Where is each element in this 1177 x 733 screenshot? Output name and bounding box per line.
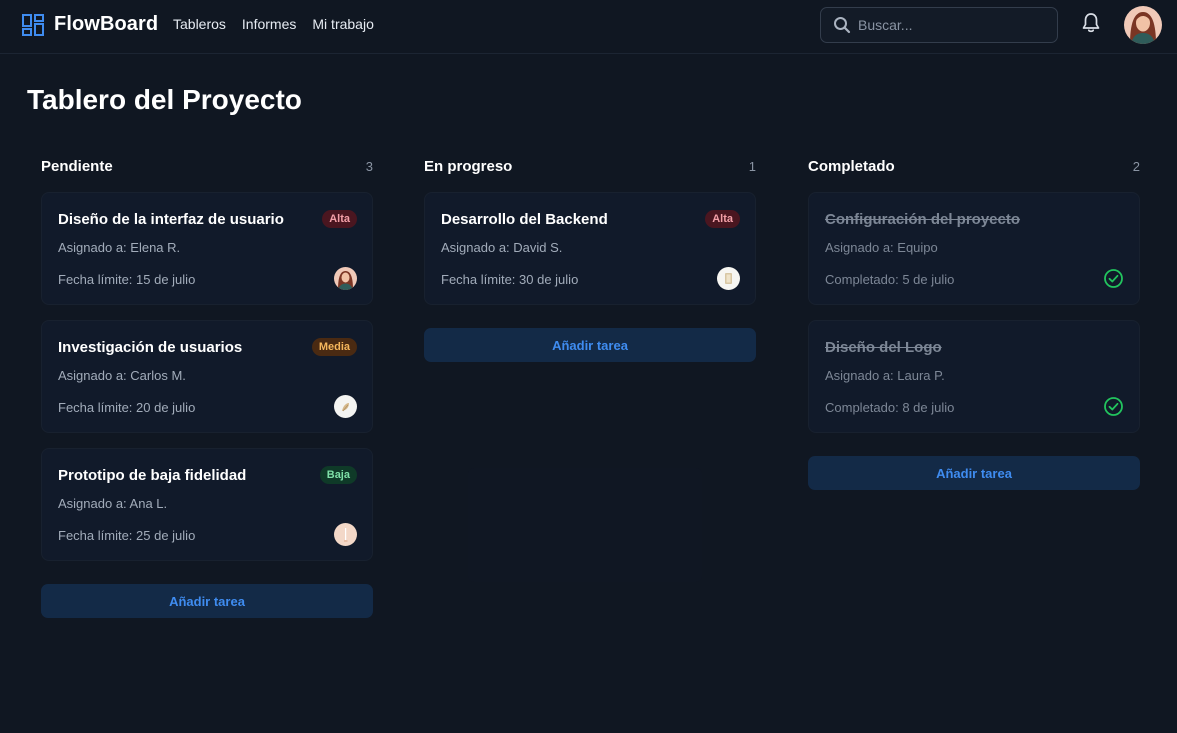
assignee-avatar <box>717 267 740 290</box>
task-card[interactable]: Investigación de usuarios Media Asignado… <box>41 320 373 433</box>
task-assignee: Asignado a: Carlos M. <box>58 368 186 383</box>
search-input[interactable] <box>858 17 1048 33</box>
task-card-completed[interactable]: Configuración del proyecto Asignado a: E… <box>808 192 1140 305</box>
task-title: Prototipo de baja fidelidad <box>58 467 247 484</box>
column-title: Completado <box>808 157 895 175</box>
column-count: 1 <box>748 158 756 174</box>
priority-badge: Alta <box>705 210 740 228</box>
task-title: Desarrollo del Backend <box>441 211 608 228</box>
check-circle-icon <box>1104 269 1123 288</box>
task-title: Investigación de usuarios <box>58 339 243 356</box>
user-avatar-image <box>1124 6 1162 44</box>
task-assignee: Asignado a: Equipo <box>825 240 938 255</box>
task-due-date: Fecha límite: 15 de julio <box>58 272 196 287</box>
column-title: En progreso <box>424 157 513 175</box>
nav-link-tableros[interactable]: Tableros <box>173 16 226 32</box>
page-title: Tablero del Proyecto <box>27 84 302 115</box>
task-completed-date: Completado: 8 de julio <box>825 400 955 415</box>
task-due-date: Fecha límite: 25 de julio <box>58 528 196 543</box>
task-title: Diseño del Logo <box>825 339 942 356</box>
drop-placeholder <box>468 468 702 582</box>
task-card[interactable]: Diseño de la interfaz de usuario Alta As… <box>41 192 373 305</box>
task-assignee: Asignado a: Laura P. <box>825 368 945 383</box>
user-avatar[interactable] <box>1124 6 1162 44</box>
column-pendiente: Pendiente 3 Diseño de la interfaz de usu… <box>41 156 373 618</box>
add-task-button[interactable]: Añadir tarea <box>808 456 1140 490</box>
add-task-button[interactable]: Añadir tarea <box>41 584 373 618</box>
task-assignee: Asignado a: Elena R. <box>58 240 181 255</box>
top-navigation-bar: FlowBoard Tableros Informes Mi trabajo <box>0 0 1177 54</box>
column-completado: Completado 2 Configuración del proyecto … <box>808 156 1140 490</box>
assignee-avatar <box>334 267 357 290</box>
nav-link-mi-trabajo[interactable]: Mi trabajo <box>312 16 373 32</box>
task-completed-date: Completado: 5 de julio <box>825 272 955 287</box>
task-card[interactable]: Prototipo de baja fidelidad Baja Asignad… <box>41 448 373 561</box>
notifications-bell-icon[interactable] <box>1081 12 1101 34</box>
nav-link-informes[interactable]: Informes <box>242 16 296 32</box>
brand[interactable]: FlowBoard <box>22 13 158 36</box>
column-header: Pendiente 3 <box>41 156 373 176</box>
task-assignee: Asignado a: Ana L. <box>58 496 168 511</box>
task-card[interactable]: Desarrollo del Backend Alta Asignado a: … <box>424 192 756 305</box>
column-count: 2 <box>1132 158 1140 174</box>
priority-badge: Baja <box>319 466 357 484</box>
task-title: Configuración del proyecto <box>825 211 1021 228</box>
board-logo-icon <box>22 13 44 36</box>
column-title: Pendiente <box>41 157 113 175</box>
column-count: 3 <box>365 158 373 174</box>
task-assignee: Asignado a: David S. <box>441 240 563 255</box>
task-due-date: Fecha límite: 30 de julio <box>441 272 579 287</box>
task-card-completed[interactable]: Diseño del Logo Asignado a: Laura P. Com… <box>808 320 1140 433</box>
column-header: Completado 2 <box>808 156 1140 176</box>
column-header: En progreso 1 <box>424 156 756 176</box>
add-task-button[interactable]: Añadir tarea <box>424 328 756 362</box>
search-box[interactable] <box>820 7 1058 43</box>
priority-badge: Alta <box>322 210 357 228</box>
main-nav: Tableros Informes Mi trabajo <box>173 16 374 32</box>
check-circle-icon <box>1104 397 1123 416</box>
brand-name: FlowBoard <box>54 13 159 35</box>
search-icon <box>834 17 851 34</box>
assignee-avatar <box>334 523 357 546</box>
column-en-progreso: En progreso 1 Desarrollo del Backend Alt… <box>424 156 756 362</box>
task-title: Diseño de la interfaz de usuario <box>58 211 284 228</box>
priority-badge: Media <box>311 338 357 356</box>
task-due-date: Fecha límite: 20 de julio <box>58 400 196 415</box>
assignee-avatar <box>334 395 357 418</box>
